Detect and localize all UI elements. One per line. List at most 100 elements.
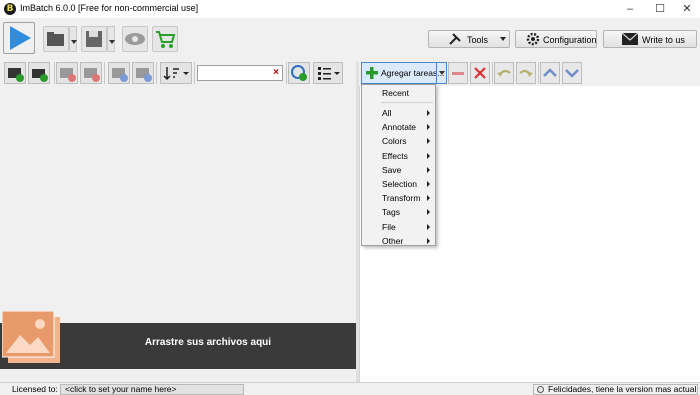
configuration-button[interactable]: Configuration — [515, 30, 597, 48]
tools-label: Tools — [467, 35, 489, 45]
move-down-image-icon — [136, 68, 152, 82]
app-logo-icon: B — [4, 3, 16, 15]
add-image-icon — [8, 68, 24, 82]
menu-item-tags[interactable]: Tags — [362, 205, 435, 219]
toolbar-separator — [104, 62, 105, 84]
menu-item-transform[interactable]: Transform — [362, 191, 435, 205]
menu-separator — [381, 102, 433, 103]
add-image-button[interactable] — [4, 62, 26, 84]
open-folder-icon — [47, 32, 64, 46]
save-dropdown[interactable] — [107, 26, 115, 52]
menu-item-label: Recent — [382, 88, 409, 98]
add-folder-icon — [32, 69, 48, 82]
move-up-image-button[interactable] — [108, 62, 130, 84]
run-button[interactable] — [3, 22, 35, 54]
process-settings-button[interactable] — [288, 62, 310, 84]
update-status: Felicidades, tiene la version mas actual — [533, 384, 698, 395]
save-icon — [86, 31, 102, 47]
update-status-text: Felicidades, tiene la version mas actual — [548, 384, 697, 394]
window-title: ImBatch 6.0.0 [Free for non-commercial u… — [20, 3, 199, 13]
chevron-up-icon — [543, 68, 557, 77]
remove-all-button[interactable] — [80, 62, 102, 84]
cart-icon — [156, 31, 176, 48]
submenu-arrow-icon — [427, 152, 430, 159]
menu-item-all[interactable]: All — [362, 106, 435, 120]
undo-button[interactable] — [494, 62, 514, 84]
list-view-icon — [318, 67, 340, 80]
write-to-us-label: Write to us — [642, 35, 685, 45]
preview-eye-icon — [125, 33, 145, 45]
remove-task-button[interactable] — [448, 62, 468, 84]
play-icon — [10, 26, 31, 50]
open-button[interactable] — [43, 26, 69, 52]
plus-icon — [366, 67, 378, 79]
menu-item-effects[interactable]: Effects — [362, 149, 435, 163]
add-folder-button[interactable] — [28, 62, 50, 84]
menu-item-selection[interactable]: Selection — [362, 177, 435, 191]
clear-filter-icon[interactable]: × — [273, 66, 279, 80]
move-task-down-button[interactable] — [562, 62, 582, 84]
clear-x-icon — [474, 67, 486, 79]
submenu-arrow-icon — [427, 237, 430, 244]
save-button[interactable] — [81, 26, 107, 52]
move-down-image-button[interactable] — [132, 62, 154, 84]
menu-item-label: All — [382, 108, 392, 118]
view-options-button[interactable] — [313, 62, 343, 84]
remove-image-icon — [60, 68, 76, 82]
add-task-button[interactable]: Agregar tareas... — [361, 62, 447, 84]
menu-item-save[interactable]: Save — [362, 163, 435, 177]
settings-check-icon — [291, 65, 307, 81]
move-up-image-icon — [112, 68, 128, 82]
title-bar: B ImBatch 6.0.0 [Free for non-commercial… — [0, 0, 700, 18]
sort-button[interactable] — [160, 62, 192, 84]
submenu-arrow-icon — [427, 124, 430, 131]
menu-item-colors[interactable]: Colors — [362, 134, 435, 148]
chevron-down-icon[interactable] — [439, 71, 445, 75]
close-button[interactable]: ✕ — [672, 0, 700, 18]
tools-button[interactable]: Tools — [428, 30, 510, 48]
image-list-pane[interactable]: Arrastre sus archivos aqui — [0, 86, 356, 382]
move-task-up-button[interactable] — [540, 62, 560, 84]
status-bar: Licensed to: <click to set your name her… — [0, 382, 700, 395]
write-to-us-button[interactable]: Write to us — [603, 30, 697, 48]
gear-icon — [526, 32, 540, 46]
redo-icon — [519, 69, 533, 77]
redo-button[interactable] — [516, 62, 536, 84]
licensed-label: Licensed to: — [12, 384, 58, 394]
menu-item-label: Save — [382, 164, 402, 175]
minimize-button[interactable]: – — [615, 0, 645, 18]
menu-item-annotate[interactable]: Annotate — [362, 120, 435, 134]
add-task-menu: Recent All Annotate Colors Effects Save Selec… — [361, 84, 436, 246]
menu-item-label: File — [382, 221, 396, 232]
menu-item-label: Selection — [382, 179, 417, 189]
sort-icon — [163, 67, 189, 81]
menu-item-other[interactable]: Other — [362, 234, 435, 248]
maximize-button[interactable]: ☐ — [645, 0, 675, 18]
toolbar-separator — [538, 62, 539, 84]
clear-tasks-button[interactable] — [470, 62, 490, 84]
add-task-label: Agregar tareas... — [381, 68, 445, 78]
filter-input[interactable]: × — [197, 65, 283, 81]
minus-icon — [452, 72, 464, 75]
menu-item-label: Colors — [382, 136, 407, 147]
remove-image-button[interactable] — [56, 62, 78, 84]
preview-button[interactable] — [122, 26, 148, 52]
submenu-arrow-icon — [427, 209, 430, 216]
envelope-icon — [622, 33, 638, 45]
menu-item-label: Transform — [382, 193, 421, 204]
submenu-arrow-icon — [427, 138, 430, 145]
chevron-down-icon — [500, 37, 506, 41]
menu-item-file[interactable]: File — [362, 220, 435, 234]
licensed-name-field[interactable]: <click to set your name here> — [60, 384, 244, 395]
tools-icon — [449, 33, 461, 45]
menu-item-label: Annotate — [382, 122, 417, 133]
open-dropdown[interactable] — [69, 26, 77, 52]
menu-item-recent[interactable]: Recent — [362, 86, 435, 100]
menu-item-label: Other — [382, 235, 404, 246]
remove-all-icon — [84, 68, 100, 82]
buy-button[interactable] — [152, 26, 178, 52]
configuration-label: Configuration — [543, 35, 597, 45]
toolbar-separator — [54, 62, 55, 84]
toolbar-separator — [286, 62, 287, 84]
split-divider — [436, 63, 437, 83]
